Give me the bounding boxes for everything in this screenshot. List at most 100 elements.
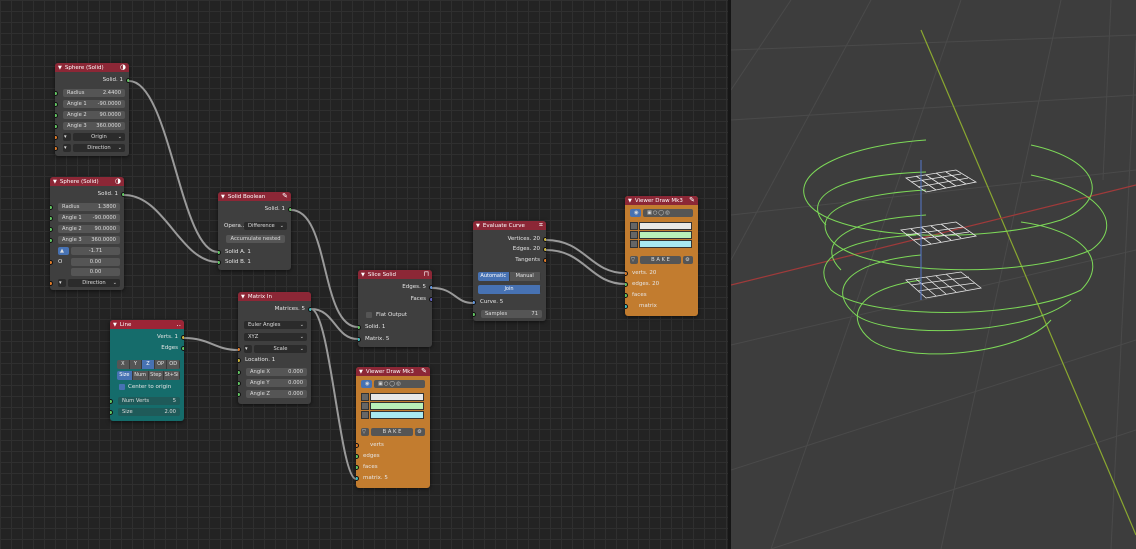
mode-step-button[interactable]: Step: [148, 371, 165, 380]
order-dropdown[interactable]: XYZ ⌄: [244, 333, 307, 341]
socket-tangents-out[interactable]: [543, 258, 546, 263]
angle3-field[interactable]: Angle 3 360.0000: [58, 236, 120, 244]
filter-icon[interactable]: ▽: [630, 256, 638, 264]
3d-viewport[interactable]: [731, 0, 1136, 549]
node-header[interactable]: ▼ Sphere (Solid) ◑: [55, 63, 129, 72]
eye-icon[interactable]: ◉: [361, 380, 372, 388]
angle-z-field[interactable]: Angle Z 0.000: [246, 390, 307, 398]
face-color-swatch[interactable]: [639, 240, 692, 248]
slice-solid-node[interactable]: ▼ Slice Solid ⊓ Edges. 5 Faces Flat Output…: [358, 270, 432, 347]
mode-stsi-button[interactable]: St+Si: [164, 371, 180, 380]
euler-dropdown[interactable]: Euler Angles ⌄: [244, 321, 307, 329]
socket-in[interactable]: [50, 216, 53, 221]
filter-icon[interactable]: ▽: [361, 428, 369, 436]
socket-in[interactable]: [55, 146, 58, 151]
evaluate-curve-node[interactable]: ▼ Evaluate Curve ⌗ Vertices. 20 Edges. 20 …: [473, 221, 546, 321]
socket-in[interactable]: [50, 227, 53, 232]
vertex-color-swatch[interactable]: [639, 222, 692, 230]
node-header[interactable]: ▼ Matrix In: [238, 292, 311, 301]
angle1-field[interactable]: Angle 1 -90.0000: [58, 214, 120, 222]
socket-in[interactable]: [238, 381, 241, 386]
axis-z-button[interactable]: Z: [142, 360, 155, 369]
edge-color-swatch[interactable]: [639, 231, 692, 239]
socket-edges-out[interactable]: [181, 346, 184, 351]
socket-in[interactable]: [50, 281, 53, 286]
node-header[interactable]: ▼ Viewer Draw Mk3 ✎: [625, 196, 698, 205]
settings-icon[interactable]: ⚙: [683, 256, 693, 264]
num-verts-field[interactable]: Num Verts 5: [118, 397, 180, 405]
origin-dropdown[interactable]: Origin ⌄: [73, 133, 125, 141]
socket-vertices-out[interactable]: [543, 237, 546, 242]
direction-dropdown[interactable]: Direction ⌄: [68, 279, 120, 287]
settings-icon[interactable]: ⚙: [415, 428, 425, 436]
node-header[interactable]: ▼ Line ‥: [110, 320, 184, 329]
viewer-draw-node-2[interactable]: ▼ Viewer Draw Mk3 ✎ ◉ ▣○◯◎ ▽ B A K E ⚙ ver…: [625, 196, 698, 316]
mode-size-button[interactable]: Size: [117, 371, 133, 380]
vertex-color-swatch[interactable]: [370, 393, 424, 401]
socket-in[interactable]: [110, 399, 113, 404]
solid-boolean-node[interactable]: ▼ Solid Boolean ✎ Solid. 1 Opera... Differ…: [218, 192, 291, 270]
sample-mode-buttons[interactable]: Automatic Manual: [478, 272, 541, 281]
radius-field[interactable]: Radius 2.4400: [63, 89, 125, 97]
axis-op-button[interactable]: OP: [154, 360, 168, 369]
direction-dropdown[interactable]: Direction ⌄: [73, 144, 125, 152]
angle3-field[interactable]: Angle 3 360.0000: [63, 122, 125, 130]
sphere-node-2[interactable]: ▼ Sphere (Solid) ◑ Solid. 1 Radius 1.3800 A…: [50, 177, 124, 290]
socket-in[interactable]: [110, 410, 113, 415]
operation-dropdown[interactable]: Difference ⌄: [244, 222, 287, 230]
socket-in[interactable]: [55, 102, 58, 107]
socket-solid-out[interactable]: [288, 207, 291, 212]
eye-icon[interactable]: ◉: [630, 209, 641, 217]
angle1-field[interactable]: Angle 1 -90.0000: [63, 100, 125, 108]
angle-x-field[interactable]: Angle X 0.000: [246, 368, 307, 376]
origin-expand-icon[interactable]: ▾: [63, 133, 71, 141]
samples-field[interactable]: Samples 71: [481, 310, 542, 318]
socket-in[interactable]: [55, 91, 58, 96]
origin-toggle-icon[interactable]: ▲: [58, 247, 69, 255]
socket-in[interactable]: [55, 113, 58, 118]
node-editor[interactable]: ▼ Sphere (Solid) ◑ Solid. 1 Radius 2.4400 A…: [0, 0, 728, 549]
display-mode-icons[interactable]: ▣○◯◎: [374, 380, 425, 388]
accumulate-nested-button[interactable]: Accumulate nested: [226, 235, 285, 243]
axis-x-button[interactable]: X: [117, 360, 130, 369]
origin-x-field[interactable]: -1.71: [71, 247, 120, 255]
socket-verts-out[interactable]: [181, 335, 184, 340]
join-toggle[interactable]: Join: [478, 285, 541, 294]
socket-in[interactable]: [238, 392, 241, 397]
socket-faces-out[interactable]: [429, 297, 432, 302]
scale-expand-icon[interactable]: ▾: [244, 345, 252, 353]
viewer-draw-node-1[interactable]: ▼ Viewer Draw Mk3 ✎ ◉ ▣○◯◎ ▽ B A K E ⚙ ver…: [356, 367, 430, 488]
node-header[interactable]: ▼ Sphere (Solid) ◑: [50, 177, 124, 186]
radius-field[interactable]: Radius 1.3800: [58, 203, 120, 211]
mode-num-button[interactable]: Num: [132, 371, 149, 380]
socket-edges-out[interactable]: [543, 247, 546, 252]
axis-od-button[interactable]: OD: [167, 360, 180, 369]
origin-y-field[interactable]: 0.00: [71, 258, 120, 266]
socket-in[interactable]: [238, 370, 241, 375]
socket-solid-out[interactable]: [126, 78, 129, 83]
bake-button[interactable]: B A K E: [371, 428, 413, 436]
join-button[interactable]: Join: [478, 285, 541, 294]
scale-dropdown[interactable]: Scale ⌄: [254, 345, 307, 353]
socket-edges-out[interactable]: [429, 285, 432, 290]
direction-expand-icon[interactable]: ▾: [63, 144, 71, 152]
socket-in[interactable]: [50, 260, 53, 265]
node-header[interactable]: ▼ Evaluate Curve ⌗: [473, 221, 546, 230]
socket-solid-out[interactable]: [121, 192, 124, 197]
edge-color-swatch[interactable]: [370, 402, 424, 410]
bake-button[interactable]: B A K E: [640, 256, 681, 264]
axis-y-button[interactable]: Y: [129, 360, 143, 369]
line-node[interactable]: ▼ Line ‥ Verts. 1 Edges X Y Z OP OD Size N…: [110, 320, 184, 421]
angle2-field[interactable]: Angle 2 90.0000: [63, 111, 125, 119]
origin-z-field[interactable]: 0.00: [71, 268, 120, 276]
mode-buttons[interactable]: Size Num Step St+Si: [117, 371, 180, 380]
angle2-field[interactable]: Angle 2 90.0000: [58, 225, 120, 233]
node-header[interactable]: ▼ Solid Boolean ✎: [218, 192, 291, 201]
socket-in[interactable]: [50, 238, 53, 243]
axis-buttons[interactable]: X Y Z OP OD: [117, 360, 180, 369]
center-checkbox[interactable]: [119, 384, 125, 390]
socket-samples-in[interactable]: [473, 312, 476, 317]
socket-in[interactable]: [55, 135, 58, 140]
size-field[interactable]: Size 2.00: [118, 408, 180, 416]
flat-output-checkbox[interactable]: [366, 312, 372, 318]
